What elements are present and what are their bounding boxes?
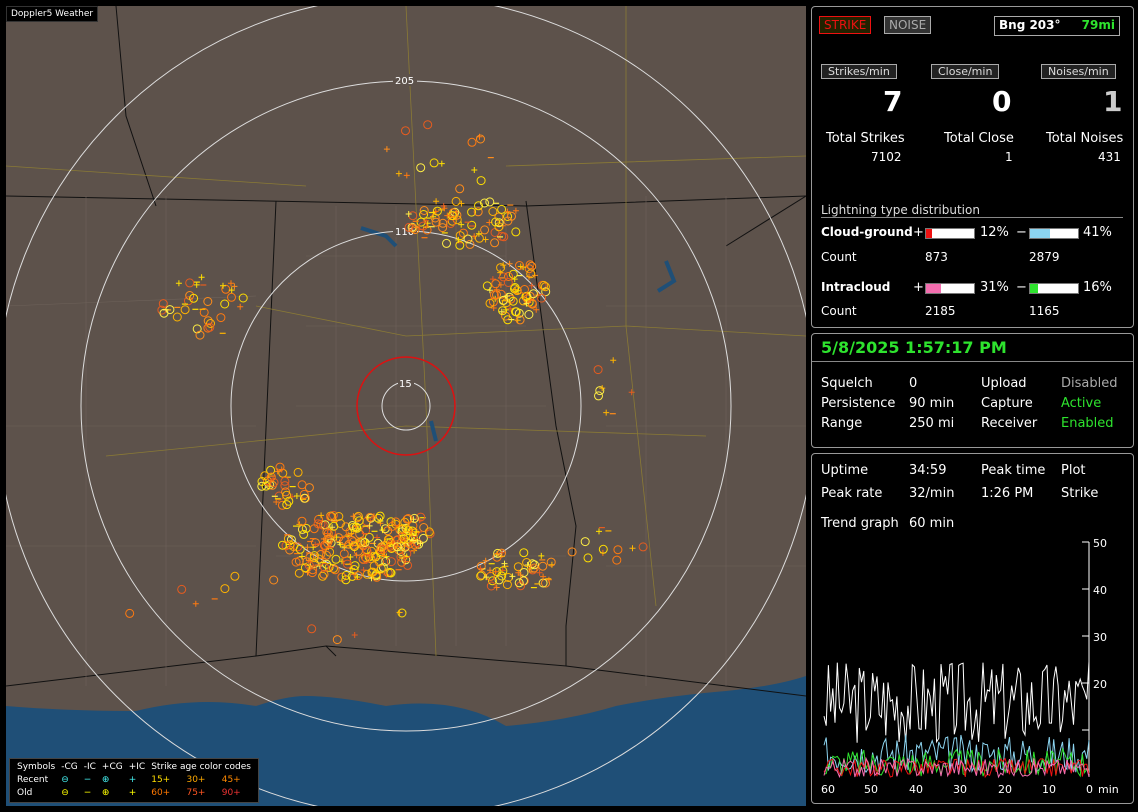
svg-text:min: min <box>1098 783 1119 796</box>
cg-neg-count: 2879 <box>1029 250 1060 264</box>
close-rate: 0 <box>992 85 1012 118</box>
total-noises: 431 <box>1098 150 1121 164</box>
stats-panel: Uptime 34:59 Peak time Plot Peak rate 32… <box>811 453 1134 804</box>
bearing-box: Bng 203° 79mi <box>994 16 1120 36</box>
svg-text:60: 60 <box>821 783 835 796</box>
noise-rate: 1 <box>1103 85 1123 118</box>
map-layer: 205 110 15 <box>6 6 806 806</box>
cg-pos-count: 873 <box>925 250 948 264</box>
ic-neg-pct: 16% <box>1083 280 1112 295</box>
total-noises-label: Total Noises <box>1046 131 1124 146</box>
svg-text:0: 0 <box>1086 783 1093 796</box>
squelch-value: 0 <box>909 376 918 391</box>
range-label-15: 15 <box>399 379 412 390</box>
svg-text:40: 40 <box>1093 584 1107 597</box>
ic-pos-count: 2185 <box>925 304 956 318</box>
upload-value: Disabled <box>1061 376 1118 391</box>
bearing: Bng 203° <box>999 18 1061 32</box>
svg-text:20: 20 <box>998 783 1012 796</box>
distribution-title: Lightning type distribution <box>821 203 980 217</box>
range-value: 250 mi <box>909 416 955 431</box>
settings-panel: 5/8/2025 1:57:17 PM Squelch 0 Upload Dis… <box>811 333 1134 448</box>
status-panel: STRIKE NOISE Bng 203° 79mi Strikes/min C… <box>811 6 1134 328</box>
trend-graph: 50 40 30 20 60 50 40 30 20 10 0 min <box>821 537 1119 796</box>
close-per-min-header: Close/min <box>931 64 1000 79</box>
ic-neg-count: 1165 <box>1029 304 1060 318</box>
cg-pos-bar <box>925 228 975 239</box>
distance: 79mi <box>1081 18 1115 32</box>
lightning-map[interactable]: 205 110 15 Doppler5 Weather Symbols -CG -I… <box>6 6 806 806</box>
svg-text:20: 20 <box>1093 678 1107 691</box>
ic-label: Intracloud <box>821 280 891 294</box>
ic-pos-pct: 31% <box>980 280 1009 295</box>
total-close-label: Total Close <box>944 131 1014 146</box>
total-strikes-label: Total Strikes <box>826 131 905 146</box>
total-close: 1 <box>1005 150 1013 164</box>
strike-button[interactable]: STRIKE <box>819 16 872 34</box>
total-strikes: 7102 <box>871 150 902 164</box>
state-borders <box>6 6 806 697</box>
range-label-205: 205 <box>395 76 414 87</box>
datetime: 5/8/2025 1:57:17 PM <box>821 338 1007 357</box>
strikes-rate: 7 <box>883 85 903 118</box>
legend: Symbols -CG -IC +CG +IC Strike age color code… <box>9 758 259 803</box>
strike-markers <box>125 120 648 645</box>
persistence-value: 90 min <box>909 396 955 411</box>
svg-text:40: 40 <box>909 783 923 796</box>
capture-value: Active <box>1061 396 1102 411</box>
noise-button[interactable]: NOISE <box>884 16 932 34</box>
cg-label: Cloud-ground <box>821 225 913 239</box>
noises-per-min-header: Noises/min <box>1041 64 1116 79</box>
svg-text:30: 30 <box>1093 631 1107 644</box>
svg-text:50: 50 <box>1093 537 1107 550</box>
ic-pos-bar <box>925 283 975 294</box>
app-title: Doppler5 Weather <box>6 6 99 22</box>
svg-text:10: 10 <box>1042 783 1056 796</box>
cg-neg-pct: 41% <box>1083 225 1112 240</box>
receiver-value: Enabled <box>1061 416 1114 431</box>
cg-pos-pct: 12% <box>980 225 1009 240</box>
strikes-per-min-header: Strikes/min <box>821 64 897 79</box>
svg-text:30: 30 <box>953 783 967 796</box>
svg-text:50: 50 <box>864 783 878 796</box>
ic-neg-bar <box>1029 283 1079 294</box>
cg-neg-bar <box>1029 228 1079 239</box>
